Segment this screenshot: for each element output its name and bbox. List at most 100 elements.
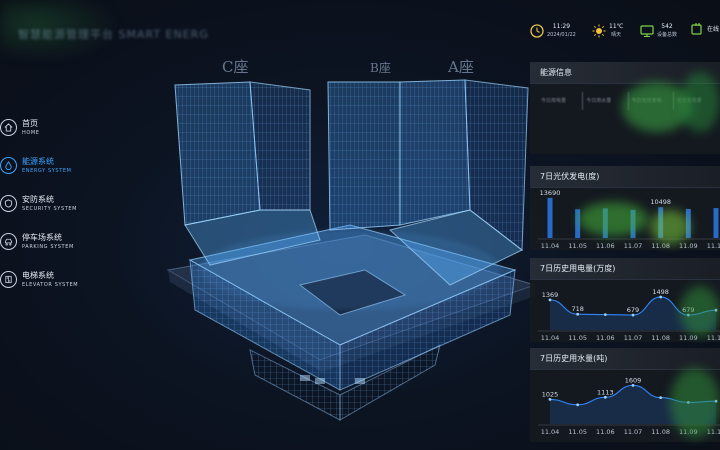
solar-panel: 7日光伏发电(度) 11.04 11.05 11.06 11.07 11.08 11.09… xyxy=(530,166,720,250)
temperature-text: 11℃ xyxy=(609,23,624,30)
nav-label-en: SECURITY SYSTEM xyxy=(22,205,78,212)
nav-item-home[interactable]: 首页 HOME xyxy=(0,108,170,146)
data-point xyxy=(603,395,607,399)
energy-info-title: 能源信息 xyxy=(530,62,720,84)
elevator-icon xyxy=(0,270,17,288)
bar xyxy=(713,208,719,238)
electric-title: 7日历史用电量(万度) xyxy=(530,258,720,280)
main-nav: 首页 HOME 能源系统 ENERGY SYSTEM 安防系统 SECURITY… xyxy=(0,108,170,298)
bar xyxy=(602,208,608,238)
x-tick-label: 11.08 xyxy=(651,242,670,250)
energy-cell: 今日光伏发电 xyxy=(627,92,673,110)
x-tick-label: 11.04 xyxy=(541,334,560,342)
bar xyxy=(685,208,691,238)
weather-text: 晴天 xyxy=(611,32,622,38)
data-point xyxy=(686,401,690,404)
x-tick-label: 11.08 xyxy=(651,428,670,436)
electric-chart-svg: 11.04 11.05 11.06 11.07 11.08 11.09 11.10 1369 7… xyxy=(538,288,720,342)
shield-icon xyxy=(0,194,17,212)
x-tick-label: 11.10 xyxy=(707,428,720,436)
clock-icon xyxy=(530,23,544,38)
data-label: 1369 xyxy=(542,291,559,299)
x-tick-label: 11.06 xyxy=(596,428,615,436)
data-label: 1498 xyxy=(652,288,669,296)
nav-item-energy[interactable]: 能源系统 ENERGY SYSTEM xyxy=(0,146,170,184)
nav-label-cn: 安防系统 xyxy=(22,194,54,204)
nav-item-parking[interactable]: 停车场系统 PARKING SYSTEM xyxy=(0,222,170,260)
data-point xyxy=(631,313,635,317)
bar xyxy=(575,209,581,238)
device-icon xyxy=(640,24,654,37)
nav-label-cn: 能源系统 xyxy=(22,156,54,166)
nav-item-security[interactable]: 安防系统 SECURITY SYSTEM xyxy=(0,184,170,222)
online-icon xyxy=(691,23,702,35)
data-label: 679 xyxy=(682,306,694,314)
energy-cell: 光伏发电量 xyxy=(672,92,718,110)
data-point xyxy=(659,295,663,299)
nav-label-en: ELEVATOR SYSTEM xyxy=(22,281,79,288)
data-point xyxy=(686,313,690,317)
solar-title: 7日光伏发电(度) xyxy=(530,166,720,188)
date-text: 2024/01/22 xyxy=(547,32,576,38)
x-tick-label: 11.09 xyxy=(679,428,698,436)
x-tick-label: 11.06 xyxy=(596,334,615,342)
x-tick-label: 11.09 xyxy=(679,242,698,250)
data-label: 718 xyxy=(571,305,583,313)
clock-status: 11:29 2024/01/22 xyxy=(530,22,576,39)
x-tick-label: 11.05 xyxy=(568,428,587,436)
electric-chart: 11.04 11.05 11.06 11.07 11.08 11.09 11.10 1369 7… xyxy=(530,280,720,342)
device-status: 542 设备总数 xyxy=(640,22,677,39)
data-point xyxy=(631,383,635,387)
home-icon xyxy=(0,118,17,136)
nav-label-en: ENERGY SYSTEM xyxy=(22,167,72,174)
data-label: 679 xyxy=(627,306,639,314)
data-point xyxy=(603,313,607,316)
data-point xyxy=(576,312,580,316)
water-panel: 7日历史用水量(吨) 11.04 11.05 11.06 11.07 11.08 11.0… xyxy=(530,348,720,442)
bar xyxy=(630,209,636,238)
electric-panel: 7日历史用电量(万度) 11.04 11.05 11.06 11.07 11.08 11.… xyxy=(530,258,720,342)
water-title: 7日历史用水量(吨) xyxy=(530,348,720,370)
online-label-text: 在线 xyxy=(707,25,720,33)
data-point xyxy=(548,398,552,401)
water-chart-svg: 11.04 11.05 11.06 11.07 11.08 11.09 11.10 1025 1… xyxy=(538,376,720,436)
sun-icon xyxy=(592,24,606,37)
car-icon xyxy=(0,232,17,250)
data-point xyxy=(576,403,580,407)
nav-label-en: HOME xyxy=(22,129,40,136)
weather-status: 11℃ 晴天 xyxy=(592,22,623,39)
energy-info-cells: 今日用电量 今日用水量 今日光伏发电 光伏发电量 xyxy=(538,92,718,110)
dashboard-stage: 智慧能源管理平台 SMART ENERGY OPERATION SYSTEM C… xyxy=(0,0,720,450)
data-label: 1025 xyxy=(542,390,559,398)
nav-label-cn: 停车场系统 xyxy=(22,232,62,242)
drop-icon xyxy=(0,156,17,174)
building-3d-model[interactable] xyxy=(150,60,540,450)
nav-label-cn: 首页 xyxy=(22,118,38,128)
data-label: 1113 xyxy=(597,388,614,396)
nav-item-elevator[interactable]: 电梯系统 ELEVATOR SYSTEM xyxy=(0,260,170,298)
x-tick-label: 11.04 xyxy=(541,242,560,250)
nav-label-en: PARKING SYSTEM xyxy=(22,243,74,250)
data-label: 10498 xyxy=(650,198,671,206)
nav-label-cn: 电梯系统 xyxy=(22,270,54,280)
x-tick-label: 11.05 xyxy=(568,334,587,342)
x-tick-label: 11.07 xyxy=(624,428,643,436)
time-text: 11:29 xyxy=(552,23,571,30)
solar-chart-svg: 11.04 11.05 11.06 11.07 11.08 11.09 11.10 13690… xyxy=(538,189,720,250)
app-title: 智慧能源管理平台 SMART ENERGY OPERATION SYSTEM xyxy=(18,28,208,41)
online-status: 在线 xyxy=(690,22,719,36)
status-bar: 11:29 2024/01/22 11℃ 晴天 542 设备总数 在线 xyxy=(528,22,720,46)
x-tick-label: 11.09 xyxy=(679,334,698,342)
device-count-text: 542 xyxy=(661,23,673,30)
data-point xyxy=(659,396,663,399)
x-tick-label: 11.05 xyxy=(568,242,587,250)
data-label: 1609 xyxy=(625,376,642,384)
energy-cell: 今日用水量 xyxy=(582,92,627,110)
x-tick-label: 11.07 xyxy=(624,334,643,342)
data-point xyxy=(548,298,552,302)
energy-info-panel: 能源信息 今日用电量 今日用水量 今日光伏发电 光伏发电量 xyxy=(530,62,720,154)
x-tick-label: 11.06 xyxy=(596,242,615,250)
x-tick-label: 11.10 xyxy=(707,242,720,250)
x-tick-label: 11.07 xyxy=(624,242,643,250)
energy-cell: 今日用电量 xyxy=(541,98,567,104)
